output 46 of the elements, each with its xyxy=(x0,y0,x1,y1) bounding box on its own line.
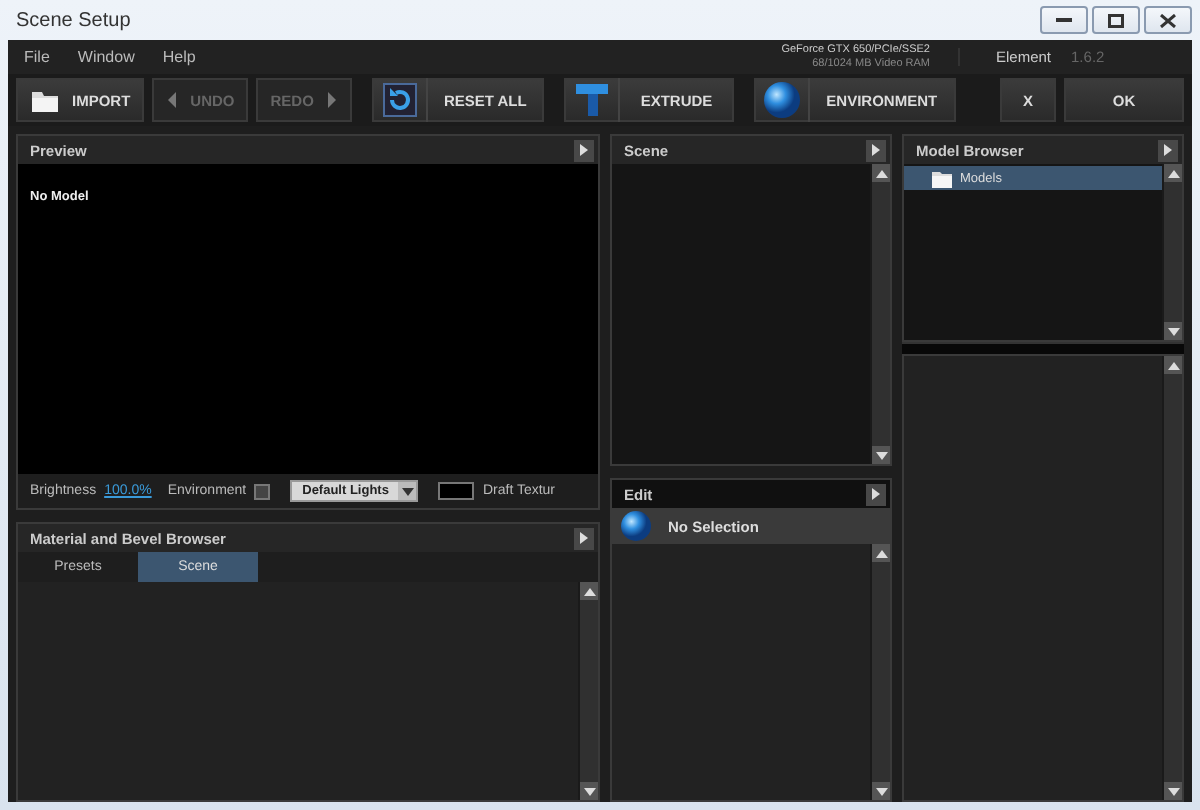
environment-checkbox[interactable] xyxy=(254,483,271,499)
window-title: Scene Setup xyxy=(16,9,131,31)
up-triangle-icon xyxy=(875,549,887,557)
close-button[interactable] xyxy=(1144,6,1192,34)
panel-menu-button[interactable] xyxy=(574,527,594,549)
scrollbar[interactable] xyxy=(578,582,598,800)
left-arrow-icon xyxy=(166,88,179,112)
scrollbar[interactable] xyxy=(870,544,890,800)
down-triangle-icon xyxy=(583,787,595,795)
right-triangle-icon xyxy=(872,144,880,156)
right-triangle-icon xyxy=(580,144,588,156)
down-triangle-icon xyxy=(875,451,887,459)
extruded-letter-icon xyxy=(572,80,613,120)
right-arrow-icon xyxy=(325,88,338,112)
panel-menu-button[interactable] xyxy=(574,139,594,161)
down-triangle-icon xyxy=(1167,327,1179,335)
up-triangle-icon xyxy=(1167,169,1179,177)
down-triangle-icon xyxy=(1167,787,1179,795)
menu-item[interactable]: Help xyxy=(162,48,196,66)
sphere-icon xyxy=(620,510,652,542)
panel-menu-button[interactable] xyxy=(1158,139,1178,161)
scrollbar[interactable] xyxy=(870,164,890,464)
down-triangle-icon xyxy=(401,487,414,495)
up-triangle-icon xyxy=(875,169,887,177)
panel-menu-button[interactable] xyxy=(866,483,886,505)
maximize-button[interactable] xyxy=(1092,6,1140,34)
up-triangle-icon xyxy=(583,587,595,595)
menu-item[interactable]: File xyxy=(24,48,50,66)
folder-icon xyxy=(932,169,952,187)
right-triangle-icon xyxy=(872,488,880,500)
menu-item[interactable]: Window xyxy=(77,48,135,66)
maximize-icon xyxy=(1108,13,1124,27)
color-swatch[interactable] xyxy=(438,482,475,500)
minimize-button[interactable] xyxy=(1040,6,1088,34)
right-triangle-icon xyxy=(1164,144,1172,156)
right-triangle-icon xyxy=(580,532,588,544)
up-triangle-icon xyxy=(1167,361,1179,369)
splitter-handle[interactable] xyxy=(902,342,1184,354)
scrollbar[interactable] xyxy=(1162,164,1182,340)
panel-menu-button[interactable] xyxy=(866,139,886,161)
folder-icon xyxy=(30,86,60,114)
sphere-icon xyxy=(762,80,803,120)
close-icon xyxy=(1160,13,1176,27)
scrollbar[interactable] xyxy=(1162,356,1182,800)
minimize-icon xyxy=(1056,18,1072,22)
down-triangle-icon xyxy=(875,787,887,795)
